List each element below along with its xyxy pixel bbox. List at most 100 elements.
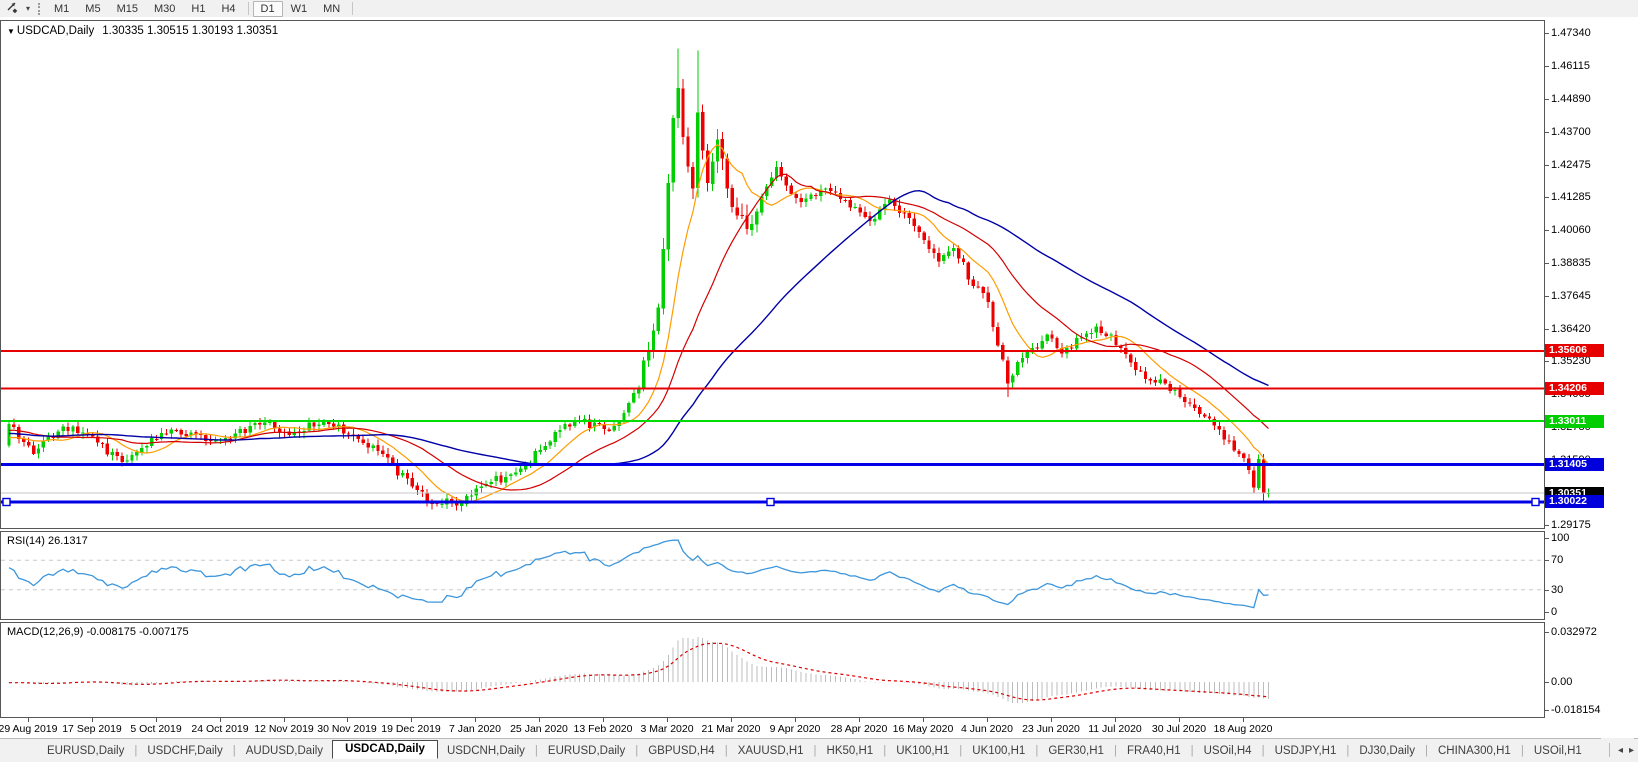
price-axis-label: 1.29175	[1551, 518, 1591, 531]
rsi-panel[interactable]: RSI(14) 26.1317	[0, 531, 1545, 620]
time-axis-tick	[859, 718, 860, 722]
chart-tab-audusd-daily[interactable]: AUDUSD,Daily	[237, 743, 332, 759]
chart-tab-xauusd-h1[interactable]: XAUUSD,H1	[729, 743, 813, 759]
price-axis-label: 1.47340	[1551, 27, 1591, 39]
chart-tab-china300-h1[interactable]: CHINA300,H1	[1429, 743, 1520, 759]
chart-tab-usdchf-daily[interactable]: USDCHF,Daily	[138, 743, 231, 759]
chart-tab-ger30-h1[interactable]: GER30,H1	[1039, 743, 1113, 759]
price-axis-tick	[1545, 360, 1549, 362]
rsi-canvas[interactable]	[1, 532, 1544, 619]
timeframe-toolbar: ▾ M1 M5 M15 M30 H1 H4 D1 W1 MN	[0, 0, 1638, 17]
time-axis-tick	[923, 718, 924, 722]
chart-tab-gbpusd-h4[interactable]: GBPUSD,H4	[639, 743, 723, 759]
symbol-period-label: USDCAD,Daily	[16, 25, 95, 37]
time-axis-label: 9 Apr 2020	[769, 723, 821, 735]
price-axis-label: 1.36420	[1551, 322, 1591, 335]
cursor-select-icon[interactable]	[0, 1, 22, 16]
ma-line-10	[8, 143, 1269, 503]
rsi-scale-tick	[1545, 590, 1549, 591]
macd-panel[interactable]: MACD(12,26,9) -0.008175 -0.007175	[0, 622, 1545, 718]
macd-histogram	[8, 637, 1270, 703]
macd-scale-tick	[1545, 710, 1549, 711]
timeframe-button-m15[interactable]: M15	[109, 1, 146, 17]
ohlc-values: 1.30335 1.30515 1.30193 1.30351	[102, 25, 279, 37]
price-axis-label: 1.41285	[1551, 190, 1591, 203]
price-badge-1.33011: 1.33011	[1545, 415, 1604, 428]
price-axis-label: 1.42475	[1551, 158, 1591, 171]
chart-tab-uk100-h1[interactable]: UK100,H1	[963, 743, 1034, 759]
time-axis-tick	[539, 718, 540, 722]
rsi-line	[8, 539, 1269, 609]
line-handle[interactable]	[1531, 497, 1540, 507]
toolbar-grip[interactable]	[38, 2, 40, 15]
time-axis-tick	[987, 718, 988, 722]
price-axis-label: 1.40060	[1551, 224, 1591, 237]
chevron-down-icon[interactable]: ▾	[22, 4, 34, 13]
timeframe-button-w1[interactable]: W1	[283, 1, 316, 17]
price-badge-1.31405: 1.31405	[1545, 458, 1604, 471]
time-axis-tick	[475, 718, 476, 722]
chart-tab-hk50-h1[interactable]: HK50,H1	[818, 743, 883, 759]
timeframe-button-d1[interactable]: D1	[252, 0, 283, 17]
chart-tab-uk100-h1[interactable]: UK100,H1	[887, 743, 958, 759]
timeframe-button-h4[interactable]: H4	[213, 1, 243, 17]
price-axis-label: 1.37645	[1551, 289, 1591, 302]
timeframe-button-h1[interactable]: H1	[183, 1, 213, 17]
timeframe-button-mn[interactable]: MN	[315, 1, 348, 17]
time-axis-tick	[795, 718, 796, 722]
chart-tab-eurusd-daily[interactable]: EURUSD,Daily	[38, 743, 133, 759]
chart-tab-usoil-h4[interactable]: USOil,H4	[1195, 743, 1261, 759]
time-axis-label: 13 Feb 2020	[573, 723, 633, 735]
rsi-scale-tick	[1545, 538, 1549, 539]
time-axis-label: 3 Mar 2020	[640, 723, 694, 735]
time-axis-tick	[28, 718, 29, 722]
chart-tab-usdcnh-daily[interactable]: USDCNH,Daily	[438, 743, 534, 759]
chart-tab-fra40-h1[interactable]: FRA40,H1	[1118, 743, 1190, 759]
triangle-down-icon[interactable]: ▼	[7, 27, 15, 36]
time-axis-label: 28 Apr 2020	[830, 723, 888, 735]
chart-tab-usoil-h1[interactable]: USOil,H1	[1525, 743, 1591, 759]
time-axis-tick	[220, 718, 221, 722]
price-badge-1.34206: 1.34206	[1545, 382, 1604, 395]
chart-tab-usdcad-daily[interactable]: USDCAD,Daily	[332, 740, 438, 759]
time-axis-label: 4 Jun 2020	[961, 723, 1013, 735]
ma-line-52	[8, 189, 1269, 466]
macd-canvas[interactable]	[1, 623, 1544, 717]
time-axis-tick	[156, 718, 157, 722]
macd-scale-tick	[1545, 632, 1549, 633]
line-handle[interactable]	[2, 497, 11, 507]
timeframe-button-m30[interactable]: M30	[146, 1, 183, 17]
time-axis-label: 21 Mar 2020	[701, 723, 761, 735]
time-axis-label: 7 Jan 2020	[449, 723, 501, 735]
timeframe-button-m1[interactable]: M1	[46, 1, 77, 17]
chart-tab-usdjpy-h1[interactable]: USDJPY,H1	[1266, 743, 1346, 759]
price-axis-label: 1.46115	[1551, 60, 1590, 73]
time-axis-label: 23 Jun 2020	[1022, 723, 1080, 735]
tab-scroll-right-icon[interactable]: ▸	[1629, 745, 1634, 756]
line-handle[interactable]	[766, 497, 775, 507]
time-axis-tick	[284, 718, 285, 722]
divider	[247, 2, 249, 15]
macd-scale-label: 0.00	[1551, 676, 1573, 688]
chart-tab-eurusd-daily[interactable]: EURUSD,Daily	[539, 743, 634, 759]
chart-title: ▼ USDCAD,Daily 1.30335 1.30515 1.30193 1.…	[7, 25, 278, 37]
time-axis-label: 5 Oct 2019	[130, 723, 182, 735]
time-axis-label: 19 Dec 2019	[381, 723, 441, 735]
price-chart-canvas[interactable]	[1, 21, 1544, 528]
macd-scale-tick	[1545, 682, 1549, 683]
timeframe-button-m5[interactable]: M5	[77, 1, 108, 17]
tab-scroll-left-icon[interactable]: ◂	[1618, 745, 1623, 756]
ma-line-24	[8, 173, 1269, 491]
main-chart-panel[interactable]: ▼ USDCAD,Daily 1.30335 1.30515 1.30193 1.…	[0, 20, 1545, 529]
price-axis-tick	[1545, 164, 1549, 166]
time-axis-tick	[731, 718, 732, 722]
price-axis-label: 1.38835	[1551, 257, 1591, 270]
time-axis[interactable]: 29 Aug 2019 17 Sep 2019 5 Oct 2019 24 Oct 2…	[0, 718, 1638, 738]
price-badge-1.30022: 1.30022	[1545, 495, 1604, 508]
rsi-scale-label: 70	[1551, 554, 1564, 566]
chart-tab-dj30-daily[interactable]: DJ30,Daily	[1350, 743, 1424, 759]
chart-tab-bar: EURUSD,Daily | USDCHF,Daily | AUDUSD,Daily US…	[0, 738, 1638, 762]
time-axis-label: 30 Jul 2020	[1151, 723, 1207, 735]
time-axis-label: 25 Jan 2020	[510, 723, 568, 735]
macd-signal-line	[9, 642, 1269, 701]
